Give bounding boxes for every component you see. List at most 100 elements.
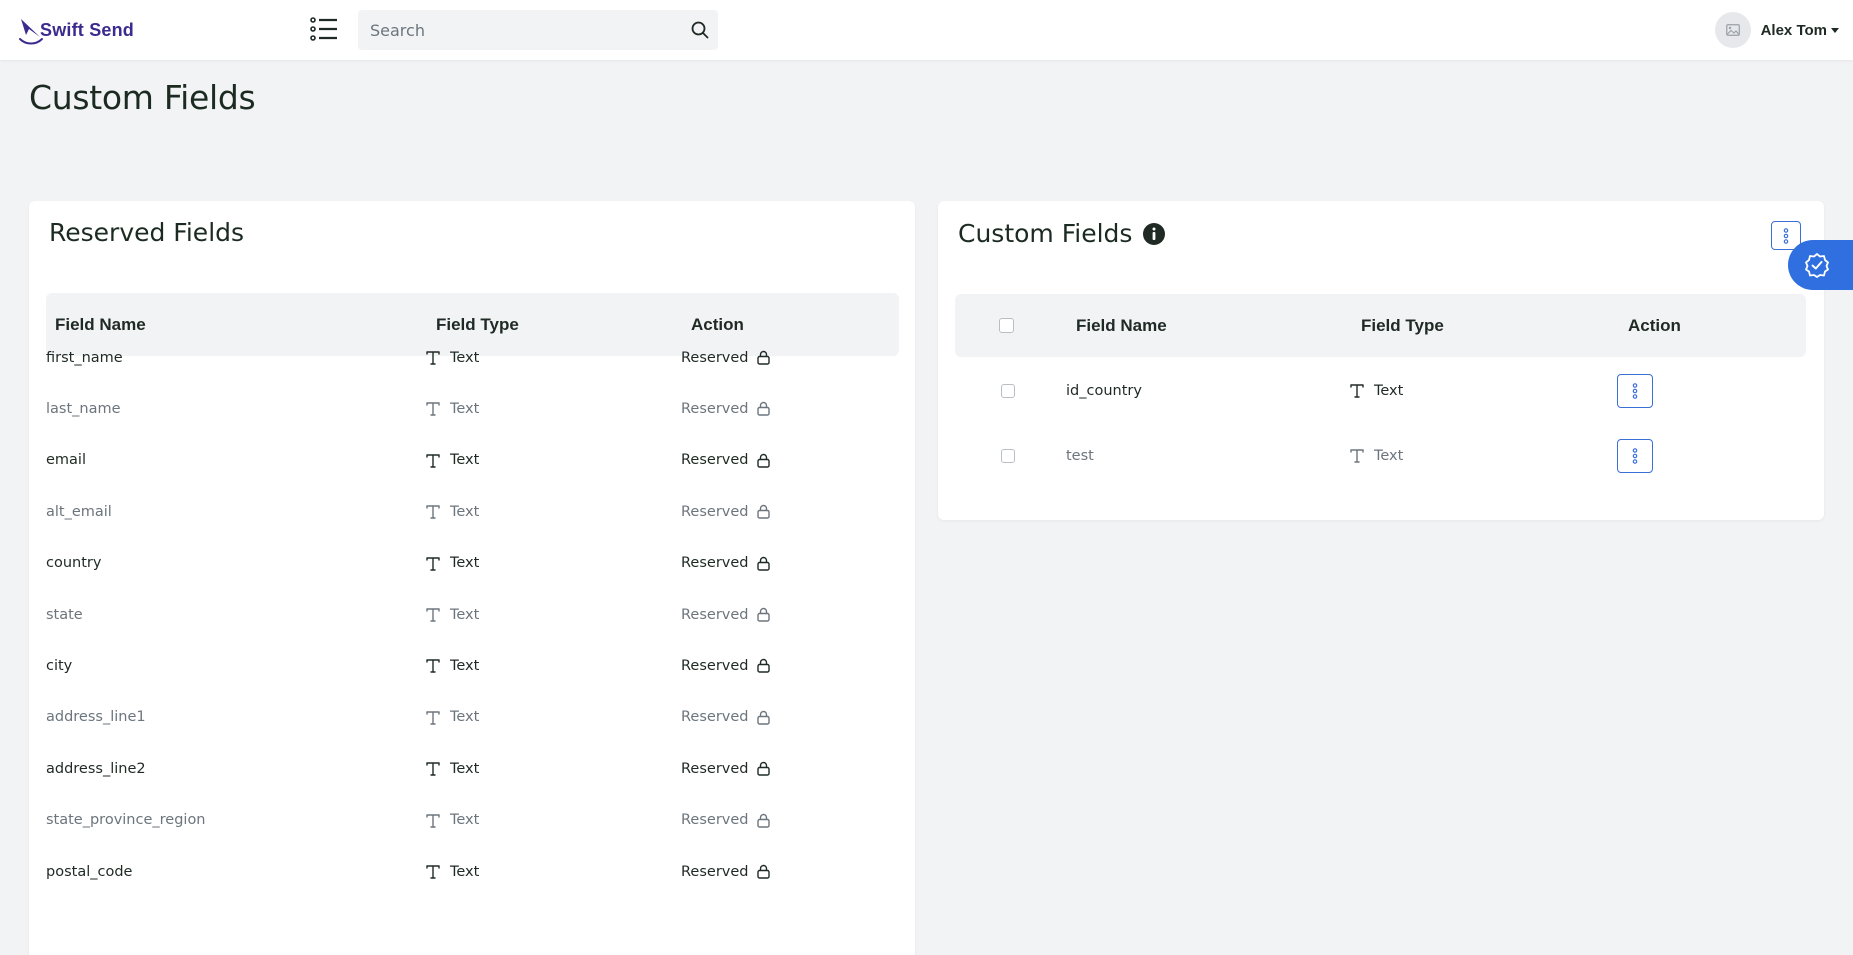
table-row: state_province_region Text Reserved bbox=[29, 795, 915, 846]
field-name-cell: email bbox=[46, 435, 86, 486]
field-name: test bbox=[1066, 447, 1094, 464]
field-name: city bbox=[46, 657, 73, 674]
field-name-cell: last_name bbox=[46, 383, 121, 434]
lock-icon bbox=[756, 813, 770, 828]
menu-toggle-button[interactable] bbox=[309, 15, 339, 43]
reserved-label: Reserved bbox=[681, 760, 749, 777]
table-row: address_line1 Text Reserved bbox=[29, 692, 915, 743]
app-logo[interactable]: Swift Send bbox=[18, 14, 134, 46]
kebab-icon bbox=[1632, 447, 1638, 464]
reserved-label: Reserved bbox=[681, 555, 749, 572]
action-cell: Reserved bbox=[681, 589, 770, 640]
info-icon[interactable] bbox=[1142, 222, 1166, 246]
field-name: id_country bbox=[1066, 382, 1142, 399]
text-type-icon bbox=[426, 864, 440, 879]
text-type-icon bbox=[426, 813, 440, 828]
lock-icon bbox=[756, 556, 770, 571]
user-name: Alex Tom bbox=[1760, 21, 1827, 39]
field-type: Text bbox=[450, 709, 480, 726]
field-type-cell: Text bbox=[426, 795, 479, 846]
search-icon[interactable] bbox=[682, 10, 718, 50]
text-type-icon bbox=[426, 504, 440, 519]
reserved-fields-card: Reserved Fields Field Name Field Type Ac… bbox=[29, 201, 915, 955]
field-name: state_province_region bbox=[46, 812, 206, 829]
action-cell: Reserved bbox=[681, 435, 770, 486]
search-bar bbox=[358, 10, 718, 50]
action-cell: Reserved bbox=[681, 486, 770, 537]
text-type-icon bbox=[426, 556, 440, 571]
reserved-label: Reserved bbox=[681, 709, 749, 726]
column-header-field-name[interactable]: Field Name bbox=[1076, 294, 1167, 357]
field-name: email bbox=[46, 452, 86, 469]
field-type-cell: Text bbox=[426, 332, 479, 383]
text-type-icon bbox=[426, 350, 440, 365]
text-type-icon bbox=[426, 710, 440, 725]
field-name: address_line1 bbox=[46, 709, 146, 726]
row-select-cell bbox=[1001, 430, 1015, 481]
field-name: first_name bbox=[46, 349, 123, 366]
action-cell: Reserved bbox=[681, 640, 770, 691]
field-name-cell: id_country bbox=[1066, 365, 1142, 416]
lock-icon bbox=[756, 710, 770, 725]
search-input[interactable] bbox=[358, 20, 682, 40]
field-type: Text bbox=[450, 349, 480, 366]
kebab-icon bbox=[1632, 382, 1638, 399]
table-row: email Text Reserved bbox=[29, 435, 915, 486]
select-all-cell bbox=[999, 294, 1014, 357]
field-type-cell: Text bbox=[426, 435, 479, 486]
list-icon bbox=[310, 17, 337, 41]
text-type-icon bbox=[426, 658, 440, 674]
field-type-cell: Text bbox=[426, 743, 479, 794]
image-placeholder-icon bbox=[1725, 24, 1740, 36]
chevron-down-icon bbox=[1831, 27, 1839, 33]
reserved-label: Reserved bbox=[681, 812, 749, 829]
field-type-cell: Text bbox=[426, 640, 479, 691]
field-name-cell: address_line2 bbox=[46, 743, 146, 794]
column-header-field-type[interactable]: Field Type bbox=[1361, 294, 1444, 357]
lock-icon bbox=[756, 607, 770, 622]
verified-badge-icon bbox=[1805, 253, 1829, 278]
logo-text: Swift Send bbox=[40, 19, 135, 40]
row-checkbox[interactable] bbox=[1001, 383, 1015, 398]
field-name: country bbox=[46, 555, 102, 572]
user-menu[interactable]: Alex Tom bbox=[1714, 12, 1839, 48]
lock-icon bbox=[756, 761, 770, 776]
field-type: Text bbox=[450, 452, 480, 469]
field-type: Text bbox=[450, 863, 480, 880]
reserved-label: Reserved bbox=[681, 606, 749, 623]
table-row: first_name Text Reserved bbox=[29, 332, 915, 383]
field-name-cell: test bbox=[1066, 430, 1094, 481]
table-row: state Text Reserved bbox=[29, 589, 915, 640]
table-row: test Text bbox=[938, 430, 1824, 481]
lock-icon bbox=[756, 658, 770, 674]
avatar bbox=[1714, 12, 1751, 48]
row-checkbox[interactable] bbox=[1001, 448, 1015, 463]
floating-help-button[interactable] bbox=[1788, 240, 1853, 290]
table-row: country Text Reserved bbox=[29, 538, 915, 589]
field-name: address_line2 bbox=[46, 760, 146, 777]
field-name-cell: first_name bbox=[46, 332, 123, 383]
action-cell: Reserved bbox=[681, 846, 770, 897]
field-type-cell: Text bbox=[426, 486, 479, 537]
action-cell: Reserved bbox=[681, 743, 770, 794]
lock-icon bbox=[756, 350, 770, 365]
table-row: id_country Text bbox=[938, 365, 1824, 416]
text-type-icon bbox=[426, 761, 440, 776]
table-row: last_name Text Reserved bbox=[29, 383, 915, 434]
action-cell: Reserved bbox=[681, 692, 770, 743]
text-type-icon bbox=[426, 453, 440, 468]
field-type-cell: Text bbox=[426, 589, 479, 640]
action-cell: Reserved bbox=[681, 538, 770, 589]
row-actions-button[interactable] bbox=[1617, 373, 1653, 408]
field-type: Text bbox=[1374, 447, 1404, 464]
field-name-cell: country bbox=[46, 538, 101, 589]
select-all-checkbox[interactable] bbox=[999, 318, 1014, 333]
field-type-cell: Text bbox=[426, 383, 479, 434]
field-type: Text bbox=[1374, 382, 1404, 399]
row-actions-button[interactable] bbox=[1617, 438, 1653, 473]
field-type-cell: Text bbox=[426, 846, 479, 897]
lock-icon bbox=[756, 864, 770, 879]
lock-icon bbox=[756, 504, 770, 519]
field-name-cell: state bbox=[46, 589, 83, 640]
reserved-label: Reserved bbox=[681, 349, 749, 366]
